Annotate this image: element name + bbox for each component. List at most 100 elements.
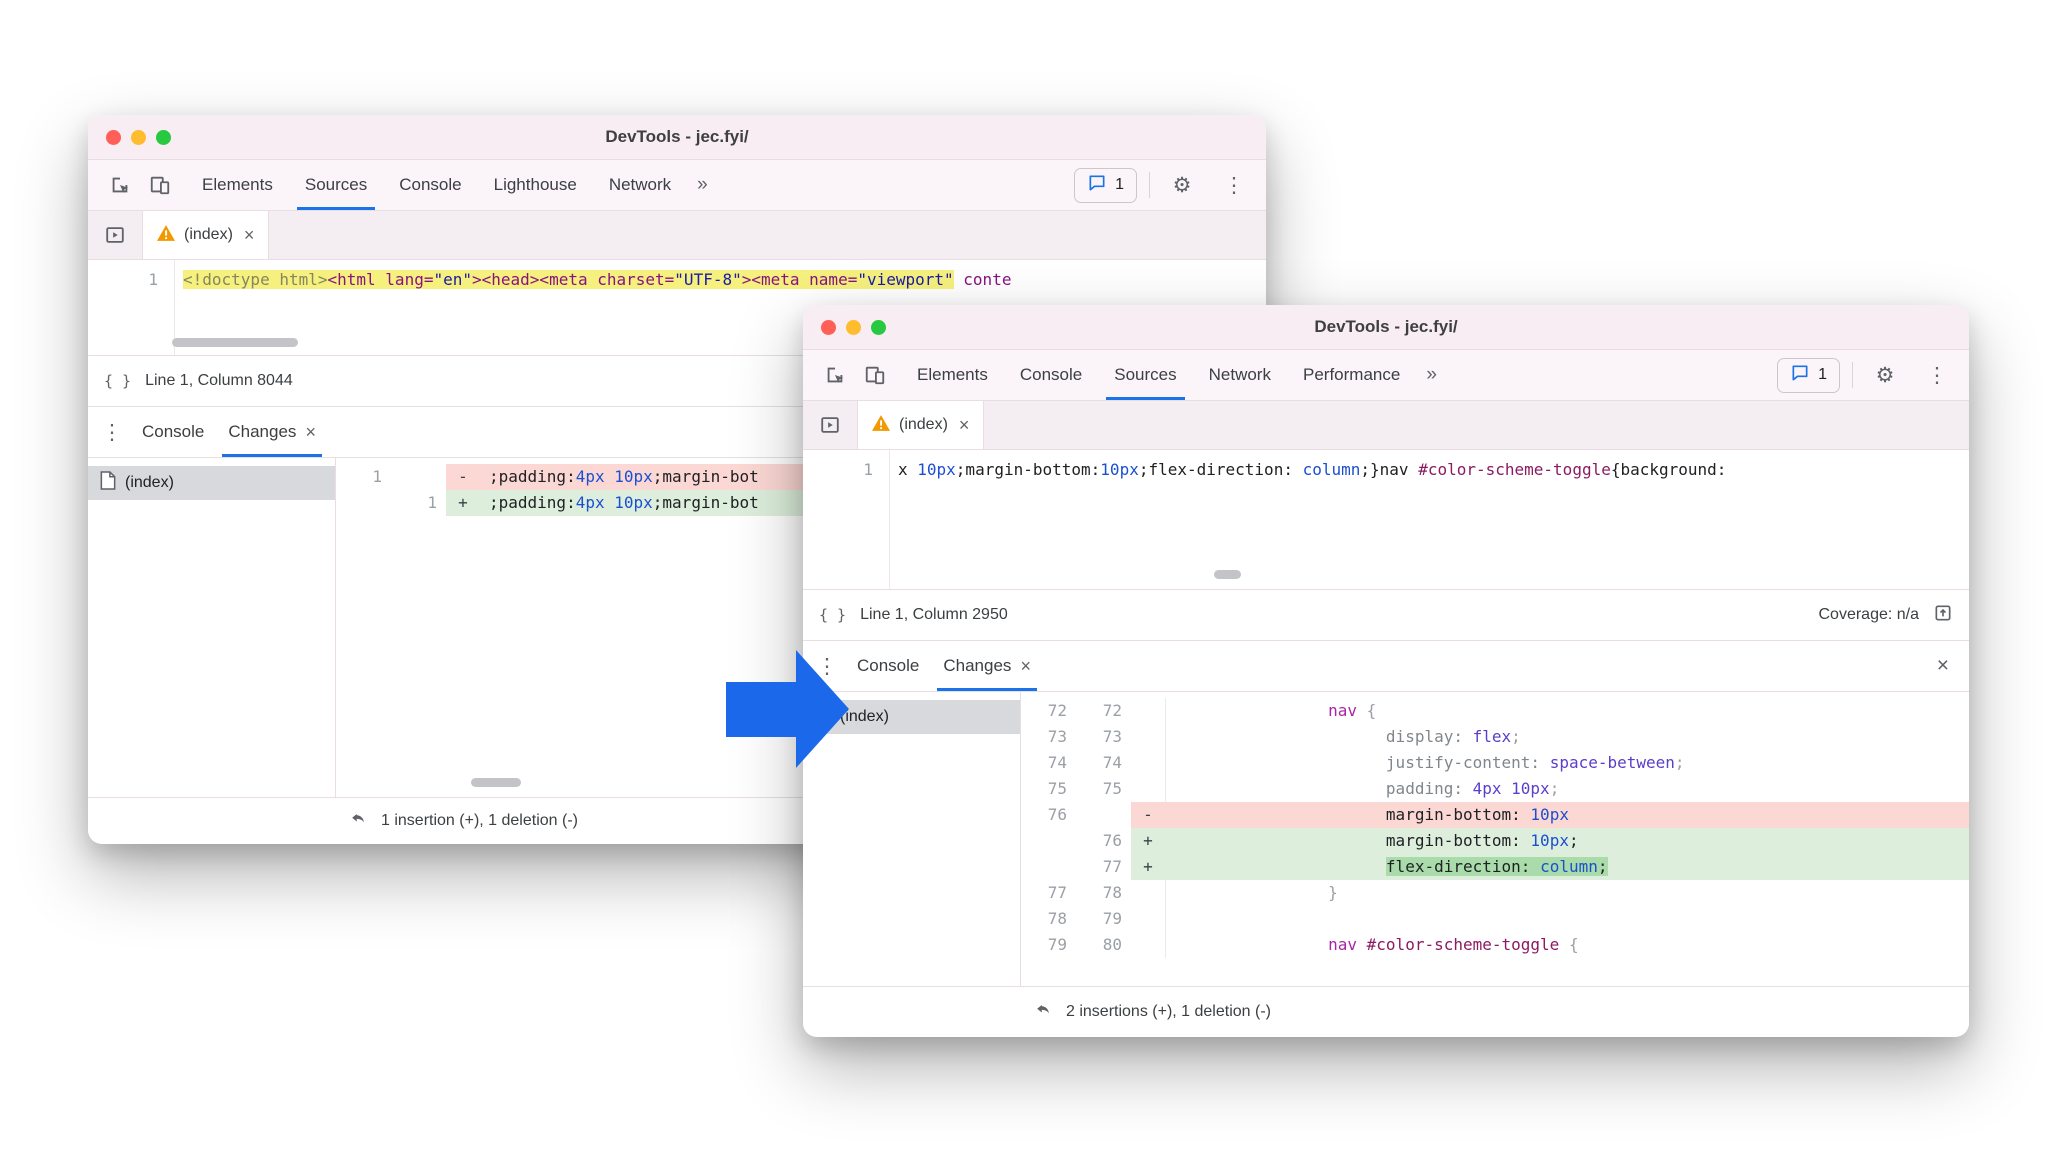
close-file-tab-icon[interactable]: × bbox=[244, 225, 255, 246]
traffic-lights bbox=[821, 305, 886, 349]
cursor-position: Line 1, Column 8044 bbox=[145, 372, 293, 389]
tab-elements[interactable]: Elements bbox=[901, 350, 1004, 400]
inspect-element-icon[interactable] bbox=[815, 350, 855, 400]
more-tabs-icon[interactable]: » bbox=[1416, 350, 1447, 400]
tab-sources[interactable]: Sources bbox=[289, 160, 383, 210]
code-segment: nav bbox=[1328, 935, 1367, 954]
diff-sign bbox=[1131, 698, 1165, 724]
tab-performance[interactable]: Performance bbox=[1287, 350, 1416, 400]
close-window-button[interactable] bbox=[821, 319, 836, 335]
close-file-tab-icon[interactable]: × bbox=[959, 415, 970, 436]
navigator-toggle-icon[interactable] bbox=[88, 211, 143, 259]
pretty-print-icon[interactable]: { } bbox=[104, 372, 131, 390]
close-drawer-tab-icon[interactable]: × bbox=[305, 422, 316, 443]
diff-sign bbox=[1131, 776, 1165, 802]
diff-sign: - bbox=[446, 464, 480, 490]
drawer-kebab-icon[interactable]: ⋮ bbox=[94, 407, 130, 457]
coverage-status: Coverage: n/a bbox=[1818, 606, 1919, 623]
tab-lighthouse[interactable]: Lighthouse bbox=[478, 160, 593, 210]
tab-sources[interactable]: Sources bbox=[1098, 350, 1192, 400]
issues-counter[interactable]: 1 bbox=[1777, 357, 1840, 393]
code-line: x 10px;margin-bottom:10px;flex-direction… bbox=[890, 450, 1969, 589]
navigator-toggle-icon[interactable] bbox=[803, 401, 858, 449]
pointer-arrow bbox=[726, 650, 849, 768]
close-drawer-tab-icon[interactable]: × bbox=[1020, 656, 1031, 677]
close-window-button[interactable] bbox=[106, 129, 121, 145]
drawer-tab-changes[interactable]: Changes × bbox=[931, 641, 1043, 691]
cursor-position: Line 1, Column 2950 bbox=[860, 606, 1008, 623]
code-segment: padding: bbox=[1385, 779, 1463, 798]
code-segment: ><meta name= bbox=[741, 270, 858, 289]
zoom-window-button[interactable] bbox=[156, 129, 171, 145]
diff-code: padding: 4px 10px; bbox=[1165, 776, 1969, 802]
source-editor[interactable]: 1 x 10px;margin-bottom:10px;flex-directi… bbox=[803, 450, 1969, 589]
zoom-window-button[interactable] bbox=[871, 319, 886, 335]
file-icon bbox=[100, 471, 116, 495]
pretty-print-icon[interactable]: { } bbox=[819, 606, 846, 624]
diff-code: justify-content: space-between; bbox=[1165, 750, 1969, 776]
code-segment: ;padding: bbox=[489, 493, 576, 512]
close-drawer-icon[interactable]: × bbox=[1923, 641, 1963, 691]
new-line-number: 77 bbox=[1102, 857, 1122, 876]
code-segment: { bbox=[1568, 935, 1579, 954]
minimize-window-button[interactable] bbox=[846, 319, 861, 335]
issues-counter[interactable]: 1 bbox=[1074, 167, 1137, 203]
revert-icon[interactable] bbox=[1033, 1000, 1053, 1025]
drawer-tab-label: Changes bbox=[943, 656, 1012, 675]
code-segment: "en" bbox=[433, 270, 472, 289]
changes-file-item[interactable]: (index) bbox=[88, 466, 335, 500]
old-line-number: 73 bbox=[1047, 727, 1067, 746]
changes-file-label: (index) bbox=[125, 474, 174, 491]
file-tab-index[interactable]: (index) × bbox=[143, 211, 270, 259]
code-segment: { bbox=[1366, 701, 1377, 720]
new-line-number: 73 bbox=[1102, 727, 1122, 746]
tab-network[interactable]: Network bbox=[593, 160, 687, 210]
tab-elements[interactable]: Elements bbox=[186, 160, 289, 210]
tab-network[interactable]: Network bbox=[1193, 350, 1287, 400]
kebab-menu-icon[interactable]: ⋮ bbox=[1917, 350, 1957, 400]
kebab-menu-icon[interactable]: ⋮ bbox=[1214, 160, 1254, 210]
horizontal-scrollbar[interactable] bbox=[471, 778, 521, 787]
canvas: DevTools - jec.fyi/ Elements Sources Con… bbox=[0, 0, 2058, 1158]
tab-console[interactable]: Console bbox=[383, 160, 477, 210]
settings-gear-icon[interactable]: ⚙ bbox=[1865, 350, 1905, 400]
line-number-gutter: 1 bbox=[803, 450, 890, 589]
drawer-tab-console[interactable]: Console bbox=[845, 641, 931, 691]
device-toolbar-icon[interactable] bbox=[855, 350, 895, 400]
diff-code: display: flex; bbox=[1165, 724, 1969, 750]
diff-row: 78 79 bbox=[1021, 906, 1969, 932]
coverage-export-icon[interactable] bbox=[1933, 603, 1953, 628]
revert-icon[interactable] bbox=[348, 809, 368, 834]
file-tab-index[interactable]: (index) × bbox=[858, 401, 985, 449]
panel-tab-bar: Elements Console Sources Network Perform… bbox=[901, 350, 1447, 400]
drawer-tab-changes[interactable]: Changes × bbox=[216, 407, 328, 457]
window-titlebar[interactable]: DevTools - jec.fyi/ bbox=[88, 115, 1266, 160]
horizontal-scrollbar[interactable] bbox=[172, 338, 298, 347]
diff-row: 76 - margin-bottom: 10px bbox=[1021, 802, 1969, 828]
old-line-number: 78 bbox=[1047, 909, 1067, 928]
more-tabs-icon[interactable]: » bbox=[687, 160, 718, 210]
drawer-tab-console[interactable]: Console bbox=[130, 407, 216, 457]
changes-file-list: (index) bbox=[88, 458, 336, 797]
code-segment: conte bbox=[953, 270, 1012, 289]
changes-diff-view[interactable]: 72 72 nav {73 73 display: flex; 74 74 justif… bbox=[1021, 692, 1969, 986]
minimize-window-button[interactable] bbox=[131, 129, 146, 145]
device-toolbar-icon[interactable] bbox=[140, 160, 180, 210]
settings-gear-icon[interactable]: ⚙ bbox=[1162, 160, 1202, 210]
window-titlebar[interactable]: DevTools - jec.fyi/ bbox=[803, 305, 1969, 350]
new-line-number: 74 bbox=[1102, 753, 1122, 772]
tab-console[interactable]: Console bbox=[1004, 350, 1098, 400]
code-segment: 10px bbox=[614, 467, 653, 486]
horizontal-scrollbar[interactable] bbox=[1214, 570, 1241, 579]
toolbar-right-cluster: 1 ⚙ ⋮ bbox=[1777, 350, 1957, 400]
code-segment: ; bbox=[1511, 727, 1521, 746]
code-segment: ;margin-bottom: bbox=[955, 460, 1101, 479]
inspect-element-icon[interactable] bbox=[100, 160, 140, 210]
diff-summary: 2 insertions (+), 1 deletion (-) bbox=[1066, 1003, 1271, 1020]
